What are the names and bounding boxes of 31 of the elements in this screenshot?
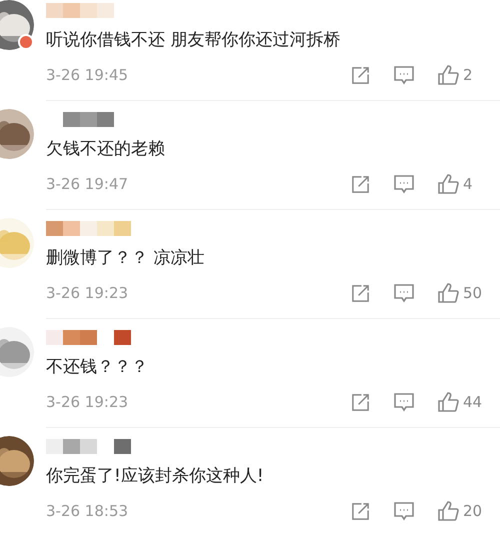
like-button[interactable]: 20 [438,500,484,522]
share-icon[interactable] [351,392,370,412]
comment-time: 3-26 19:47 [46,174,130,195]
like-button[interactable]: 2 [438,64,484,86]
share-icon[interactable] [351,66,370,85]
comment-time: 3-26 18:53 [46,501,130,522]
comment-time: 3-26 19:23 [46,283,130,304]
comment-icon[interactable] [394,66,414,85]
comment-icon[interactable] [394,174,414,194]
thumbs-up-icon[interactable] [438,174,459,194]
comment-text: 你完蛋了!应该封杀你这种人! [46,465,265,488]
comment-icon[interactable] [394,392,414,412]
comment-icon[interactable] [394,502,414,521]
share-icon[interactable] [351,174,370,194]
comment-text: 欠钱不还的老赖 [46,138,166,161]
thumbs-up-icon[interactable] [438,65,459,86]
share-icon[interactable] [351,502,370,521]
thumbs-up-icon[interactable] [438,283,459,304]
comment-icon[interactable] [394,284,414,303]
comment-text: 听说你借钱不还 朋友帮你你还过河拆桥 [46,29,342,52]
like-button[interactable]: 44 [438,391,484,414]
comment-text: 不还钱？？？ [46,356,149,379]
share-icon[interactable] [351,284,370,303]
blurred-username [46,2,114,18]
like-button[interactable]: 4 [438,173,484,196]
comment-time: 3-26 19:23 [46,392,130,413]
thumbs-up-icon[interactable] [438,501,459,522]
thumbs-up-icon[interactable] [438,392,459,412]
like-button[interactable]: 50 [438,282,484,304]
comment-text: 删微博了？？ 凉凉壮 [46,247,206,270]
comment-time: 3-26 19:45 [46,65,130,86]
